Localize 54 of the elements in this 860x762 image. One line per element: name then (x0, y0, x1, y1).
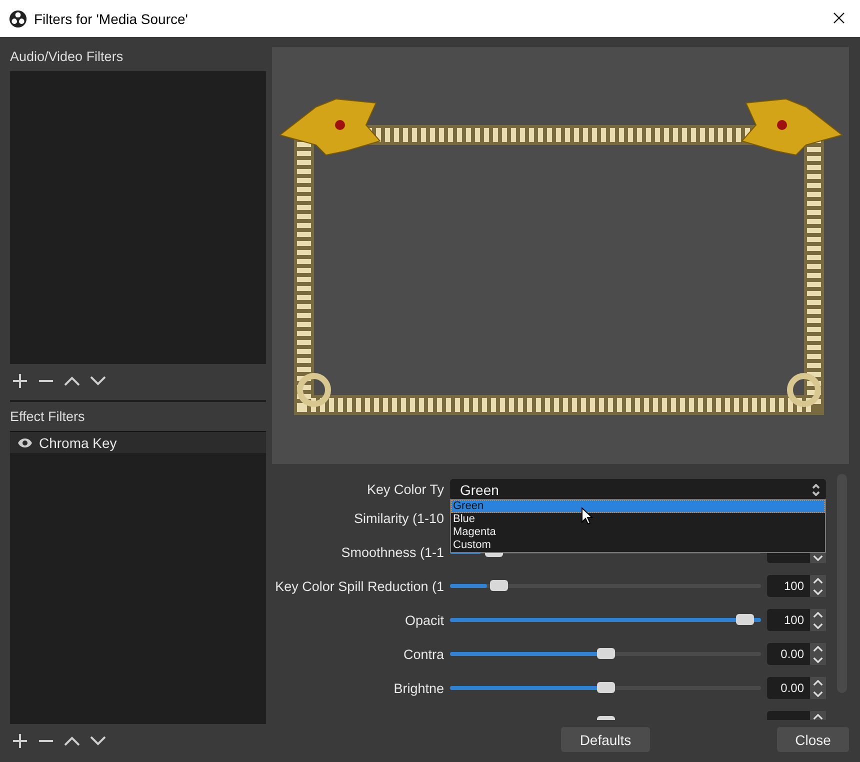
increment-button[interactable] (810, 609, 826, 620)
dropdown-option[interactable]: Blue (451, 513, 825, 526)
chevron-down-icon (813, 690, 823, 696)
close-button[interactable]: Close (777, 727, 849, 752)
property-label: Key Color Ty (366, 482, 444, 497)
decrement-button[interactable] (810, 552, 826, 563)
dropdown-option[interactable]: Custom (451, 539, 825, 552)
logo-icon (9, 10, 27, 28)
defaults-button[interactable]: Defaults (561, 727, 650, 752)
slider-handle[interactable] (490, 580, 508, 591)
add-icon[interactable] (12, 373, 28, 389)
filter-item[interactable]: Chroma Key (10, 432, 266, 453)
property-label: Opacit (404, 612, 444, 628)
section-label: Audio/Video Filters (10, 48, 124, 66)
number-field[interactable]: 100 (767, 575, 810, 597)
chevron-down-icon (813, 554, 823, 560)
chevron-up-icon (813, 578, 823, 584)
updown-arrows-icon (812, 484, 820, 496)
increment-button[interactable] (810, 643, 826, 654)
slider-handle[interactable] (736, 614, 754, 625)
chevron-down-icon (813, 588, 823, 594)
number-field[interactable]: 0.00 (767, 677, 810, 699)
property-label: Smoothness (1-1 (340, 544, 444, 560)
mouse-cursor-icon (581, 507, 593, 525)
property-label: Contra (402, 646, 444, 662)
number-field[interactable]: 0.00 (767, 643, 810, 665)
add-icon[interactable] (12, 733, 28, 749)
increment-button[interactable] (810, 711, 826, 720)
increment-button[interactable] (810, 575, 826, 586)
section-label: Effect Filters (10, 408, 86, 426)
close-icon[interactable] (833, 12, 845, 24)
chevron-up-icon (813, 646, 823, 652)
property-label: Brightne (392, 680, 444, 696)
decrement-button[interactable] (810, 688, 826, 699)
filter-list[interactable]: Chroma Key (10, 431, 266, 724)
property-label: Key Color Spill Reduction (1 (274, 578, 444, 594)
window-title: Filters for 'Media Source' (34, 10, 188, 26)
number-field[interactable]: 100 (767, 609, 810, 631)
property-label: Similarity (1-10 (352, 510, 444, 526)
increment-button[interactable] (810, 677, 826, 688)
decrement-button[interactable] (810, 620, 826, 631)
slider-handle[interactable] (596, 648, 614, 659)
eye-icon[interactable] (17, 436, 33, 448)
decrement-button[interactable] (810, 586, 826, 597)
chevron-up-icon (813, 714, 823, 720)
chevron-down-icon (813, 622, 823, 628)
chevron-up-icon (813, 680, 823, 686)
slider-handle[interactable] (596, 682, 614, 693)
dropdown-option[interactable]: Magenta (451, 526, 825, 539)
dropdown-option[interactable]: Green (451, 500, 825, 513)
decrement-button[interactable] (810, 654, 826, 665)
chevron-up-icon (813, 612, 823, 618)
chevron-down-icon (813, 656, 823, 662)
dropdown[interactable]: Green (450, 479, 826, 500)
